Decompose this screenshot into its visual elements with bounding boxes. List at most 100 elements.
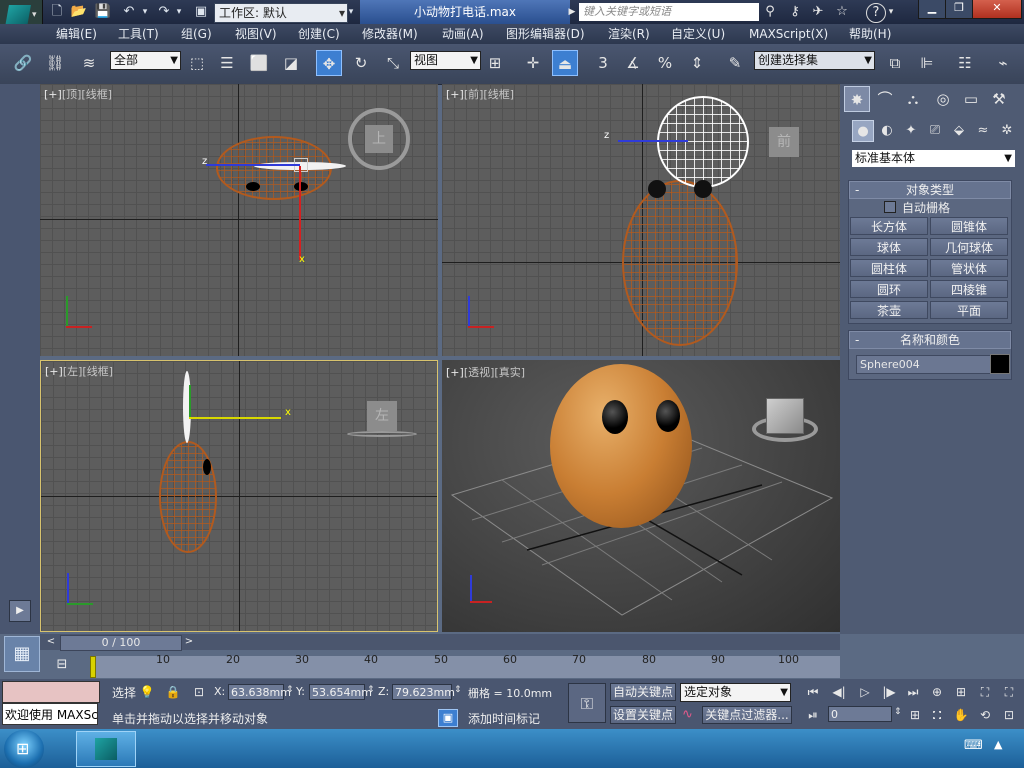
zoom-extents-icon[interactable]: ⛶	[976, 683, 994, 701]
previous-frame-icon[interactable]: <	[44, 635, 58, 649]
set-key-icon[interactable]: ⚿	[568, 683, 606, 723]
edit-named-selection-icon[interactable]: ✎	[722, 50, 748, 76]
maxscript-listener-mini[interactable]	[2, 681, 100, 703]
viewport-view-label[interactable]: [前]	[464, 88, 484, 101]
viewport-shading-label[interactable]: [线框]	[81, 88, 112, 101]
play-viewport-icon[interactable]: ▶	[9, 600, 31, 622]
help-icon[interactable]: ?	[866, 3, 886, 23]
hierarchy-tab-icon[interactable]: ⛬	[900, 86, 926, 112]
gizmo-y-axis[interactable]	[189, 385, 191, 417]
play-icon[interactable]: ▷	[856, 683, 874, 701]
maximize-viewport-icon[interactable]: ⊡	[1000, 706, 1018, 724]
pan-view-icon[interactable]: ✋	[952, 706, 970, 724]
gizmo-z-axis[interactable]	[206, 164, 300, 166]
orbit-icon[interactable]: ⟲	[976, 706, 994, 724]
teapot-button[interactable]: 茶壶	[850, 301, 928, 319]
z-coordinate-input[interactable]: 79.623mm	[392, 684, 455, 700]
favorites-star-icon[interactable]: ☆	[832, 3, 852, 21]
trackbar-toggle-icon[interactable]: ⊟	[50, 657, 74, 677]
x-spinner-icon[interactable]: ⇕	[286, 685, 294, 695]
gizmo-x-axis[interactable]	[299, 166, 301, 260]
key-filters-button[interactable]: 关键点过滤器...	[702, 706, 792, 724]
selection-lock-icon[interactable]: 🔒	[164, 683, 182, 701]
save-icon[interactable]: 💾	[94, 3, 112, 21]
y-coordinate-input[interactable]: 53.654mm	[309, 684, 372, 700]
tray-expand-icon[interactable]: ▲	[994, 738, 1002, 751]
maxscript-output[interactable]: 欢迎使用 MAXSc	[2, 703, 98, 725]
pyramid-button[interactable]: 四棱锥	[930, 280, 1008, 298]
menu-create[interactable]: 创建(C)	[298, 24, 340, 44]
menu-views[interactable]: 视图(V)	[235, 24, 277, 44]
percent-snap-icon[interactable]: %	[652, 50, 678, 76]
communication-center-icon[interactable]: ✈	[808, 3, 828, 21]
viewport-view-label[interactable]: [顶]	[62, 88, 82, 101]
display-tab-icon[interactable]: ▭	[958, 86, 984, 112]
viewport-menu[interactable]: [+]	[446, 88, 464, 101]
menu-animation[interactable]: 动画(A)	[442, 24, 484, 44]
motion-tab-icon[interactable]: ◎	[930, 86, 956, 112]
maximize-button[interactable]: ❐	[945, 0, 973, 19]
plane-button[interactable]: 平面	[930, 301, 1008, 319]
link-icon[interactable]: 🔗	[10, 50, 36, 76]
menu-customize[interactable]: 自定义(U)	[671, 24, 725, 44]
cylinder-button[interactable]: 圆柱体	[850, 259, 928, 277]
phone-sphere-wireframe[interactable]	[657, 96, 749, 188]
current-frame-marker[interactable]	[90, 656, 96, 678]
autogrid-checkbox[interactable]	[884, 201, 896, 213]
geometry-icon[interactable]: ●	[852, 120, 874, 142]
new-file-icon[interactable]: 🗋	[48, 3, 66, 21]
spinner-snap-icon[interactable]: ⇕	[684, 50, 710, 76]
viewport-shading-label[interactable]: [线框]	[82, 365, 113, 378]
zoom-all-icon[interactable]: ⊞	[952, 683, 970, 701]
zoom-icon[interactable]: ⊕	[928, 683, 946, 701]
undo-icon[interactable]: ↶	[120, 3, 138, 21]
viewport-view-label[interactable]: [透视]	[464, 366, 495, 379]
rectangular-selection-icon[interactable]: ⬜	[246, 50, 272, 76]
redo-dropdown-icon[interactable]: ▾	[174, 3, 184, 21]
close-button[interactable]: ✕	[972, 0, 1022, 19]
isolate-selection-icon[interactable]: 💡	[138, 683, 156, 701]
snaps-toggle-icon[interactable]: 3	[590, 50, 616, 76]
minimize-button[interactable]: ▁	[918, 0, 946, 19]
object-color-swatch[interactable]	[990, 354, 1010, 374]
menu-rendering[interactable]: 渲染(R)	[608, 24, 650, 44]
menu-maxscript[interactable]: MAXScript(X)	[749, 24, 828, 44]
viewport-menu[interactable]: [+]	[44, 88, 62, 101]
viewport-layout-icon[interactable]: ▦	[4, 636, 40, 672]
geosphere-button[interactable]: 几何球体	[930, 238, 1008, 256]
menu-graph-editors[interactable]: 图形编辑器(D)	[506, 24, 585, 44]
key-mode-toggle-icon[interactable]: ⏯	[804, 706, 822, 724]
align-icon[interactable]: ⊫	[914, 50, 940, 76]
helpers-icon[interactable]: ⬙	[948, 120, 970, 142]
sphere-button[interactable]: 球体	[850, 238, 928, 256]
menu-modifiers[interactable]: 修改器(M)	[362, 24, 418, 44]
keyboard-shortcut-override-icon[interactable]: ⏏	[552, 50, 578, 76]
next-frame-icon[interactable]: >	[182, 635, 196, 649]
gizmo-z-axis[interactable]	[618, 140, 688, 142]
viewport-label[interactable]: [+][顶][线框]	[44, 86, 112, 102]
go-to-start-icon[interactable]: ⏮	[804, 683, 822, 701]
select-and-rotate-icon[interactable]: ↻	[348, 50, 374, 76]
select-and-manipulate-icon[interactable]: ✛	[520, 50, 546, 76]
primitive-category-dropdown[interactable]: 标准基本体 ▼	[852, 150, 1015, 167]
open-file-icon[interactable]: 📂	[70, 3, 88, 21]
viewcube[interactable]: 左	[367, 401, 397, 431]
layer-manager-icon[interactable]: ☷	[952, 50, 978, 76]
modify-tab-icon[interactable]: ⌒	[872, 86, 898, 112]
absolute-mode-icon[interactable]: ⊡	[190, 683, 208, 701]
shapes-icon[interactable]: ◐	[876, 120, 898, 142]
select-object-icon[interactable]: ⬚	[184, 50, 210, 76]
x-coordinate-input[interactable]: 63.638mm	[228, 684, 291, 700]
viewport-shading-label[interactable]: [线框]	[483, 88, 514, 101]
auto-key-button[interactable]: 自动关键点	[610, 683, 676, 701]
keyboard-icon[interactable]: ⌨	[964, 738, 983, 753]
head-sphere-wireframe[interactable]	[622, 180, 738, 346]
viewport-label[interactable]: [+][左][线框]	[45, 363, 113, 379]
reference-coordinate-dropdown[interactable]: 视图 ▼	[410, 51, 481, 70]
select-and-scale-icon[interactable]: ⤡	[380, 50, 406, 76]
box-button[interactable]: 长方体	[850, 217, 928, 235]
cone-button[interactable]: 圆锥体	[930, 217, 1008, 235]
viewport-label[interactable]: [+][前][线框]	[446, 86, 514, 102]
head-sphere-shaded[interactable]	[550, 364, 692, 528]
z-spinner-icon[interactable]: ⇕	[454, 685, 462, 695]
